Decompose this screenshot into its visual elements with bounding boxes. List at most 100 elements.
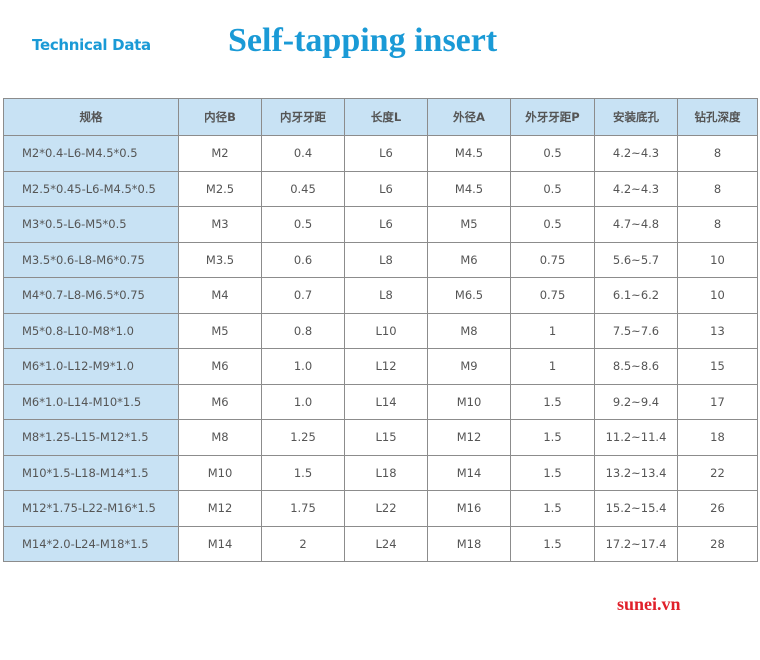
cell-outer-pitch: 1 [510, 312, 595, 349]
cell-spec: M10*1.5-L18-M14*1.5 [3, 454, 179, 491]
column-header-outer-pitch: 外牙牙距P [510, 98, 595, 136]
cell-drill-depth: 8 [677, 170, 758, 207]
cell-mounting-hole: 4.2~4.3 [594, 170, 678, 207]
cell-mounting-hole: 15.2~15.4 [594, 490, 678, 527]
cell-inner-diameter: M8 [178, 419, 262, 456]
cell-outer-diameter: M18 [427, 525, 511, 562]
cell-outer-pitch: 0.75 [510, 277, 595, 314]
column-header-length: 长度L [344, 98, 428, 136]
cell-length: L14 [344, 383, 428, 420]
cell-drill-depth: 22 [677, 454, 758, 491]
cell-inner-diameter: M12 [178, 490, 262, 527]
table-row: M3*0.5-L6-M5*0.5 M3 0.5 L6 M5 0.5 4.7~4.8 8 [3, 206, 758, 243]
cell-spec: M2*0.4-L6-M4.5*0.5 [3, 135, 179, 172]
cell-outer-pitch: 1.5 [510, 383, 595, 420]
table-row: M3.5*0.6-L8-M6*0.75 M3.5 0.6 L8 M6 0.75 5.6~5.… [3, 241, 758, 278]
table-row: M4*0.7-L8-M6.5*0.75 M4 0.7 L8 M6.5 0.75 6.1~6.… [3, 277, 758, 314]
cell-mounting-hole: 4.2~4.3 [594, 135, 678, 172]
cell-mounting-hole: 5.6~5.7 [594, 241, 678, 278]
cell-outer-pitch: 0.75 [510, 241, 595, 278]
cell-drill-depth: 26 [677, 490, 758, 527]
cell-spec: M6*1.0-L12-M9*1.0 [3, 348, 179, 385]
cell-inner-diameter: M2.5 [178, 170, 262, 207]
cell-outer-pitch: 0.5 [510, 135, 595, 172]
cell-mounting-hole: 7.5~7.6 [594, 312, 678, 349]
cell-spec: M2.5*0.45-L6-M4.5*0.5 [3, 170, 179, 207]
cell-outer-pitch: 0.5 [510, 206, 595, 243]
cell-drill-depth: 15 [677, 348, 758, 385]
cell-length: L12 [344, 348, 428, 385]
cell-length: L6 [344, 170, 428, 207]
cell-length: L6 [344, 135, 428, 172]
cell-spec: M3.5*0.6-L8-M6*0.75 [3, 241, 179, 278]
cell-spec: M3*0.5-L6-M5*0.5 [3, 206, 179, 243]
cell-mounting-hole: 4.7~4.8 [594, 206, 678, 243]
cell-outer-diameter: M9 [427, 348, 511, 385]
cell-inner-pitch: 1.5 [261, 454, 345, 491]
cell-inner-pitch: 0.5 [261, 206, 345, 243]
cell-inner-pitch: 0.45 [261, 170, 345, 207]
section-label: Technical Data [32, 36, 151, 54]
cell-inner-pitch: 0.8 [261, 312, 345, 349]
table-row: M6*1.0-L14-M10*1.5 M6 1.0 L14 M10 1.5 9.2~9.4 1… [3, 383, 758, 420]
cell-outer-diameter: M4.5 [427, 170, 511, 207]
cell-outer-pitch: 1.5 [510, 525, 595, 562]
table-row: M12*1.75-L22-M16*1.5 M12 1.75 L22 M16 1.5 15.2… [3, 490, 758, 527]
cell-mounting-hole: 13.2~13.4 [594, 454, 678, 491]
cell-inner-diameter: M5 [178, 312, 262, 349]
cell-length: L15 [344, 419, 428, 456]
cell-outer-diameter: M12 [427, 419, 511, 456]
cell-drill-depth: 10 [677, 241, 758, 278]
cell-length: L18 [344, 454, 428, 491]
cell-outer-diameter: M4.5 [427, 135, 511, 172]
column-header-mounting-hole: 安装底孔 [594, 98, 678, 136]
cell-outer-pitch: 0.5 [510, 170, 595, 207]
cell-inner-diameter: M4 [178, 277, 262, 314]
cell-outer-diameter: M5 [427, 206, 511, 243]
cell-inner-pitch: 0.6 [261, 241, 345, 278]
cell-outer-pitch: 1.5 [510, 490, 595, 527]
cell-drill-depth: 8 [677, 135, 758, 172]
table-row: M2*0.4-L6-M4.5*0.5 M2 0.4 L6 M4.5 0.5 4.2~4.3 8 [3, 135, 758, 172]
column-header-drill-depth: 钻孔深度 [677, 98, 758, 136]
cell-inner-diameter: M6 [178, 348, 262, 385]
cell-mounting-hole: 11.2~11.4 [594, 419, 678, 456]
cell-length: L10 [344, 312, 428, 349]
cell-outer-diameter: M10 [427, 383, 511, 420]
table-row: M6*1.0-L12-M9*1.0 M6 1.0 L12 M9 1 8.5~8.6 15 [3, 348, 758, 385]
cell-outer-diameter: M6.5 [427, 277, 511, 314]
cell-spec: M14*2.0-L24-M18*1.5 [3, 525, 179, 562]
page-title: Self-tapping insert [228, 22, 498, 59]
cell-inner-pitch: 1.0 [261, 348, 345, 385]
cell-spec: M6*1.0-L14-M10*1.5 [3, 383, 179, 420]
column-header-spec: 规格 [3, 98, 179, 136]
cell-length: L24 [344, 525, 428, 562]
table-row: M10*1.5-L18-M14*1.5 M10 1.5 L18 M14 1.5 13.2~1… [3, 454, 758, 491]
cell-drill-depth: 8 [677, 206, 758, 243]
column-header-outer-diameter: 外径A [427, 98, 511, 136]
spec-table: 规格 内径B 内牙牙距 长度L 外径A 外牙牙距P 安装底孔 钻孔深度 M2*0… [3, 98, 758, 562]
cell-spec: M4*0.7-L8-M6.5*0.75 [3, 277, 179, 314]
table-row: M8*1.25-L15-M12*1.5 M8 1.25 L15 M12 1.5 11.2~1… [3, 419, 758, 456]
cell-spec: M5*0.8-L10-M8*1.0 [3, 312, 179, 349]
cell-inner-diameter: M6 [178, 383, 262, 420]
cell-length: L6 [344, 206, 428, 243]
cell-outer-diameter: M16 [427, 490, 511, 527]
table-row: M14*2.0-L24-M18*1.5 M14 2 L24 M18 1.5 17.2~17.… [3, 525, 758, 562]
cell-inner-diameter: M14 [178, 525, 262, 562]
cell-outer-diameter: M14 [427, 454, 511, 491]
cell-inner-diameter: M10 [178, 454, 262, 491]
cell-inner-pitch: 0.7 [261, 277, 345, 314]
cell-outer-diameter: M6 [427, 241, 511, 278]
column-header-inner-pitch: 内牙牙距 [261, 98, 345, 136]
column-header-inner-diameter: 内径B [178, 98, 262, 136]
cell-drill-depth: 28 [677, 525, 758, 562]
cell-inner-diameter: M2 [178, 135, 262, 172]
cell-length: L8 [344, 277, 428, 314]
cell-mounting-hole: 6.1~6.2 [594, 277, 678, 314]
table-row: M5*0.8-L10-M8*1.0 M5 0.8 L10 M8 1 7.5~7.6 13 [3, 312, 758, 349]
cell-length: L22 [344, 490, 428, 527]
cell-drill-depth: 13 [677, 312, 758, 349]
cell-inner-diameter: M3.5 [178, 241, 262, 278]
cell-outer-pitch: 1 [510, 348, 595, 385]
